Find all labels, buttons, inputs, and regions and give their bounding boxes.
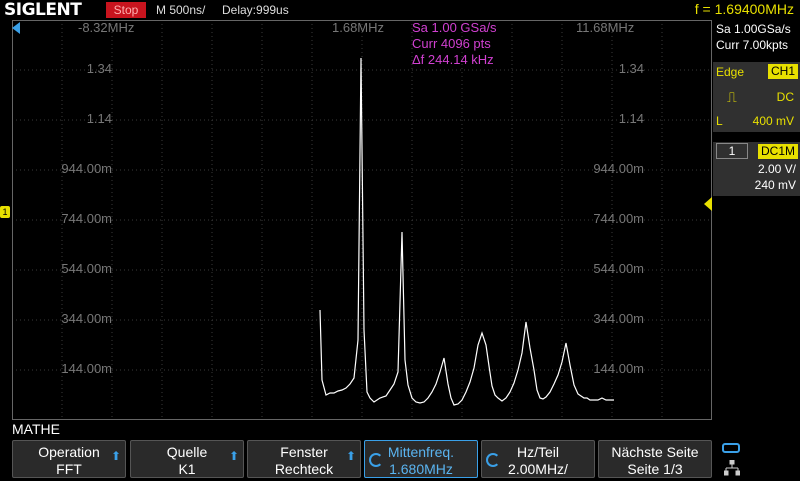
x-label-left: -8.32MHz	[78, 20, 135, 35]
softkey-label: Quelle	[166, 444, 208, 460]
softkey-hz-per-div[interactable]: Hz/Teil 2.00MHz/	[481, 440, 595, 478]
status-bar: SIGLENT Stop M 500ns/ Delay:999us f = 1.…	[0, 0, 800, 20]
network-icon	[723, 459, 741, 476]
arrow-up-icon: ⬆	[345, 449, 356, 463]
menu-title: MATHE	[12, 421, 60, 437]
frequency-counter: f = 1.69400MHz	[694, 1, 794, 17]
spectrum-trace	[319, 57, 614, 406]
y-axis-label: 144.00m	[593, 361, 644, 376]
usb-icon	[722, 443, 740, 453]
y-axis-label: 344.00m	[593, 311, 644, 326]
trigger-level-icon[interactable]	[704, 197, 712, 211]
softkey-label: Fenster	[280, 444, 328, 460]
softkey-window[interactable]: Fenster Rechteck ⬆	[247, 440, 361, 478]
rotary-knob-icon	[486, 453, 500, 467]
rotary-knob-icon	[369, 453, 383, 467]
y-axis-label: 944.00m	[61, 161, 112, 176]
y-axis-label: 744.00m	[61, 211, 112, 226]
sample-rate-text: Sa 1.00 GSa/s	[412, 20, 497, 35]
softkey-value: FFT	[56, 461, 82, 477]
timebase-readout: M 500ns/	[156, 3, 206, 17]
brand-logo: SIGLENT	[4, 0, 82, 20]
trigger-mode: Edge	[716, 65, 745, 79]
softkey-next-page[interactable]: Nächste Seite Seite 1/3	[598, 440, 712, 478]
points-text: Curr 4096 pts	[412, 36, 491, 51]
memory-depth: Curr 7.00kpts	[716, 38, 789, 52]
y-axis-label: 744.00m	[593, 211, 644, 226]
y-axis-label: 944.00m	[593, 161, 644, 176]
delta-f-text: Δf 244.14 kHz	[412, 52, 494, 67]
rising-edge-icon: ⎍	[727, 89, 737, 105]
fft-readout: Sa 1.00 GSa/s Curr 4096 pts Δf 244.14 kH…	[412, 20, 497, 68]
channel-scale: 2.00 V/	[757, 162, 796, 176]
y-axis-label: 344.00m	[61, 311, 112, 326]
softkey-center-frequency[interactable]: Mittenfreq. 1.680MHz	[364, 440, 478, 478]
softkey-operation[interactable]: Operation FFT ⬆	[12, 440, 126, 478]
softkey-value: Rechteck	[274, 461, 334, 477]
y-axis-label: 544.00m	[61, 261, 112, 276]
channel-coupling-badge: DC1M	[757, 144, 798, 159]
trigger-source-badge: CH1	[767, 64, 798, 79]
acquisition-info: Sa 1.00GSa/s Curr 7.00kpts	[713, 20, 800, 60]
trigger-panel[interactable]: Edge CH1 ⎍ DC L 400 mV	[713, 62, 800, 132]
sample-rate: Sa 1.00GSa/s	[716, 22, 791, 36]
y-axis-label: 544.00m	[593, 261, 644, 276]
softkey-value: Seite 1/3	[627, 461, 683, 477]
y-axis-label: 1.14	[86, 111, 112, 126]
trigger-level-value: 400 mV	[752, 114, 794, 128]
y-axis-label: 144.00m	[61, 361, 112, 376]
trigger-coupling: DC	[776, 90, 794, 104]
y-axis-label: 1.34	[86, 61, 112, 76]
softkey-source[interactable]: Quelle K1 ⬆	[130, 440, 244, 478]
softkey-label: Operation	[38, 444, 100, 460]
softkey-value: K1	[178, 461, 196, 477]
softkey-label: Nächste Seite	[611, 444, 699, 460]
channel1-panel[interactable]: 1 DC1M 2.00 V/ 240 mV	[713, 142, 800, 196]
x-label-right: 11.68MHz	[576, 20, 635, 35]
delay-readout: Delay:999us	[222, 3, 289, 17]
arrow-up-icon: ⬆	[110, 449, 121, 463]
y-axis-label: 1.14	[618, 111, 644, 126]
trigger-level-label: L	[716, 114, 723, 128]
arrow-up-icon: ⬆	[228, 449, 239, 463]
channel-number: 1	[716, 143, 748, 159]
channel1-marker-icon[interactable]: 1	[0, 206, 10, 218]
channel-offset: 240 mV	[754, 178, 796, 192]
y-axis-label: 1.34	[618, 61, 644, 76]
trigger-position-icon	[12, 22, 20, 34]
x-label-center: 1.68MHz	[332, 20, 385, 35]
run-state-badge[interactable]: Stop	[106, 2, 146, 18]
